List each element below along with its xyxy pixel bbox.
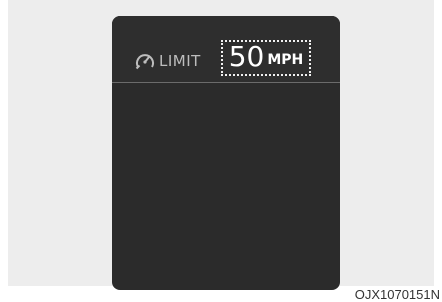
speed-unit-label: MPH	[267, 52, 304, 68]
figure-code: OJX1070151N	[354, 287, 440, 302]
speed-limit-header: LIMIT 50 MPH	[112, 16, 340, 82]
set-speed-value: 50	[228, 40, 265, 73]
instrument-cluster-panel: LIMIT 50 MPH	[112, 16, 340, 290]
header-divider	[112, 82, 340, 83]
figure-stage: LIMIT 50 MPH OJX1070151N	[0, 0, 442, 302]
limit-label: LIMIT	[159, 51, 201, 70]
speed-limit-indicator: LIMIT	[134, 50, 201, 72]
speed-limit-gauge-icon	[134, 51, 156, 71]
set-speed-display: 50 MPH	[221, 40, 311, 76]
